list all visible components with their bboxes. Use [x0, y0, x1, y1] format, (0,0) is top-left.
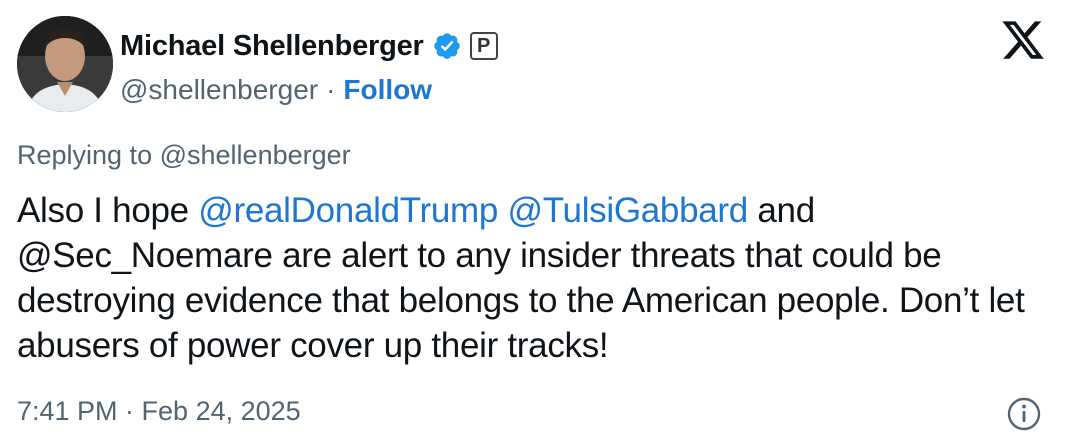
- author-display-name[interactable]: Michael Shellenberger: [120, 30, 424, 63]
- avatar-photo: [17, 16, 113, 112]
- author-handle-row: @shellenberger · Follow: [120, 70, 432, 110]
- separator-dot: ·: [326, 74, 336, 105]
- info-icon[interactable]: [1006, 396, 1042, 432]
- reply-target-handle[interactable]: @shellenberger: [160, 140, 351, 170]
- replying-to-line: Replying to @shellenberger: [17, 140, 351, 171]
- tweet-text-part: Also I hope: [17, 191, 199, 230]
- x-logo-icon[interactable]: [1000, 17, 1046, 63]
- replying-prefix: Replying to: [17, 140, 153, 170]
- verified-badge-icon: [432, 31, 462, 61]
- follow-button[interactable]: Follow: [343, 74, 432, 106]
- tweet-text-part: [498, 191, 507, 230]
- tweet-text: Also I hope @realDonaldTrump @TulsiGabba…: [17, 188, 1057, 368]
- tweet-timestamp[interactable]: 7:41 PM · Feb 24, 2025: [17, 396, 301, 427]
- affiliation-badge: P: [469, 32, 498, 60]
- author-name-row: Michael Shellenberger P: [120, 24, 498, 68]
- mention-link[interactable]: @TulsiGabbard: [508, 191, 749, 230]
- author-handle[interactable]: @shellenberger: [120, 74, 318, 106]
- avatar[interactable]: [17, 16, 113, 112]
- mention-link[interactable]: @realDonaldTrump: [198, 191, 498, 230]
- tweet-card: Michael Shellenberger P @shellenberger ·…: [0, 0, 1072, 444]
